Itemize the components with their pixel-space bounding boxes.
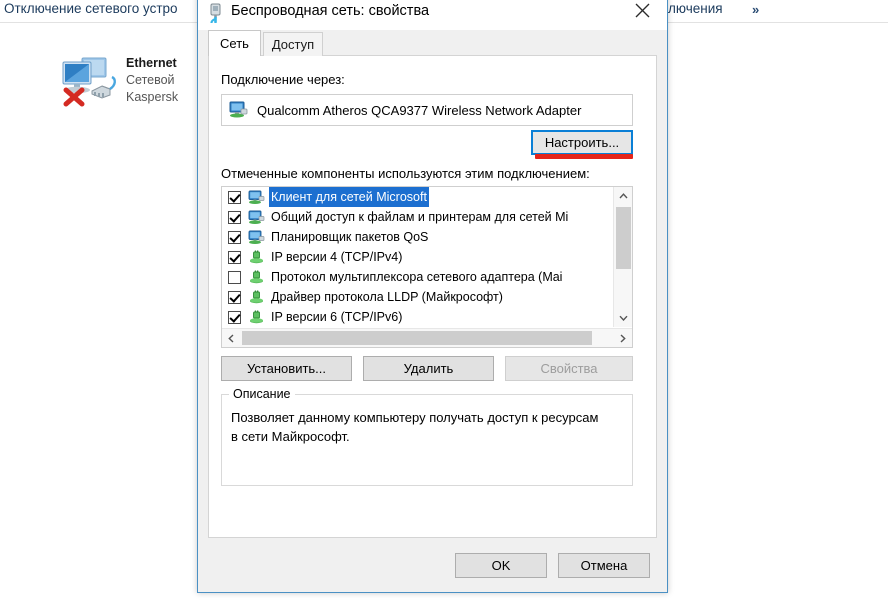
ok-button-label: OK (491, 558, 511, 573)
component-label: Клиент для сетей Microsoft (269, 187, 429, 207)
component-list-item[interactable]: Планировщик пакетов QoS (222, 227, 613, 247)
description-legend: Описание (229, 387, 295, 401)
ok-button[interactable]: OK (455, 553, 547, 578)
chevron-double-right-icon[interactable]: » (752, 2, 759, 17)
configure-button-label: Настроить... (544, 135, 620, 150)
component-checkbox[interactable] (228, 290, 241, 304)
scroll-right-icon[interactable] (614, 329, 632, 347)
scroll-down-icon[interactable] (614, 309, 632, 327)
client-service-icon (248, 190, 265, 205)
uninstall-button-label: Удалить (403, 361, 454, 376)
description-text: Позволяет данному компьютеру получать до… (231, 410, 599, 444)
dialog-tabstrip: Сеть Доступ (208, 30, 657, 56)
scroll-up-icon[interactable] (614, 187, 632, 205)
component-label: Протокол мультиплексора сетевого адаптер… (271, 270, 563, 284)
tab-network-label: Сеть (220, 36, 249, 51)
components-list-rows: Клиент для сетей Microsoft Общий доступ к… (222, 187, 613, 327)
component-list-item[interactable]: Клиент для сетей Microsoft (222, 187, 613, 207)
cancel-button[interactable]: Отмена (558, 553, 650, 578)
tab-sharing[interactable]: Доступ (263, 32, 323, 56)
network-connection-labels: Ethernet Сетевой Kaspersk (126, 55, 178, 106)
network-computers-icon (58, 53, 118, 109)
component-list-item[interactable]: Драйвер протокола LLDP (Майкрософт) (222, 287, 613, 307)
component-list-item[interactable]: Общий доступ к файлам и принтерам для се… (222, 207, 613, 227)
component-list-item[interactable]: IP версии 6 (TCP/IPv6) (222, 307, 613, 327)
protocol-icon (248, 290, 265, 305)
properties-button: Свойства (505, 356, 633, 381)
adapter-readonly-field: Qualcomm Atheros QCA9377 Wireless Networ… (221, 94, 633, 126)
screen: Отключение сетевого устро ключения » Eth… (0, 0, 888, 600)
dialog-title: Беспроводная сеть: свойства (231, 3, 430, 19)
component-checkbox[interactable] (228, 230, 241, 244)
component-list-item[interactable]: Протокол мультиплексора сетевого адаптер… (222, 267, 613, 287)
background-window-title-right: ключения (662, 1, 723, 16)
component-label: IP версии 4 (TCP/IPv4) (271, 250, 403, 264)
dialog-titlebar[interactable]: Беспроводная сеть: свойства (198, 0, 667, 30)
components-horizontal-scrollbar[interactable] (222, 328, 632, 347)
install-button[interactable]: Установить... (221, 356, 352, 381)
connection-name: Ethernet (126, 56, 177, 70)
connect-via-label: Подключение через: (221, 72, 345, 87)
components-label: Отмеченные компоненты используются этим … (221, 166, 590, 181)
component-list-item[interactable]: IP версии 4 (TCP/IPv4) (222, 247, 613, 267)
adapter-name: Qualcomm Atheros QCA9377 Wireless Networ… (257, 103, 582, 118)
vertical-scrollbar-thumb[interactable] (616, 207, 631, 269)
connection-driver: Kaspersk (126, 90, 179, 104)
component-label: Планировщик пакетов QoS (271, 230, 429, 244)
background-window-title-left: Отключение сетевого устро (4, 1, 178, 16)
component-checkbox[interactable] (228, 250, 241, 264)
tab-sharing-label: Доступ (271, 37, 315, 52)
install-button-label: Установить... (246, 361, 327, 376)
red-annotation-underline (535, 154, 633, 159)
component-checkbox[interactable] (228, 270, 241, 284)
network-cable-connector-icon (207, 3, 225, 25)
component-checkbox[interactable] (228, 210, 241, 224)
network-adapter-icon (229, 101, 249, 119)
protocol-icon (248, 270, 265, 285)
component-label: IP версии 6 (TCP/IPv6) (271, 310, 403, 324)
cancel-button-label: Отмена (580, 558, 628, 573)
protocol-icon (248, 250, 265, 265)
components-list[interactable]: Клиент для сетей Microsoft Общий доступ к… (221, 186, 633, 348)
close-icon[interactable] (618, 0, 666, 27)
tab-network[interactable]: Сеть (208, 30, 261, 56)
configure-button[interactable]: Настроить... (531, 130, 633, 155)
client-service-icon (248, 230, 265, 245)
component-checkbox[interactable] (228, 310, 241, 324)
scroll-left-icon[interactable] (222, 329, 240, 347)
connection-description: Сетевой (126, 73, 175, 87)
wireless-network-properties-dialog: Беспроводная сеть: свойства Сеть Доступ … (197, 0, 668, 593)
component-label: Драйвер протокола LLDP (Майкрософт) (271, 290, 503, 304)
component-checkbox[interactable] (228, 190, 241, 204)
configure-button-group: Настроить... (531, 130, 633, 160)
uninstall-button[interactable]: Удалить (363, 356, 494, 381)
component-label: Общий доступ к файлам и принтерам для се… (271, 210, 569, 224)
components-vertical-scrollbar[interactable] (613, 187, 632, 327)
properties-button-label: Свойства (540, 361, 598, 376)
horizontal-scrollbar-thumb[interactable] (242, 331, 592, 345)
protocol-icon (248, 310, 265, 325)
network-connection-item[interactable]: Ethernet Сетевой Kaspersk (58, 51, 208, 117)
network-tab-page: Подключение через: Qualcomm Atheros QCA9… (208, 55, 657, 538)
client-service-icon (248, 210, 265, 225)
